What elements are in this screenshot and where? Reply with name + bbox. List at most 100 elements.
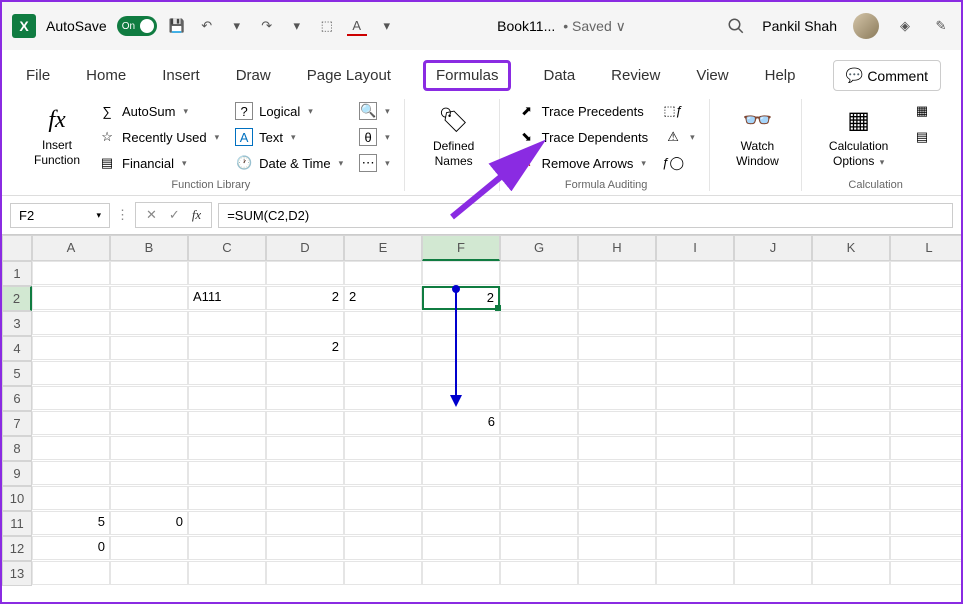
cell[interactable] <box>188 261 266 285</box>
trace-precedents-button[interactable]: ⬈Trace Precedents <box>512 99 654 123</box>
cell[interactable] <box>344 311 422 335</box>
cell[interactable] <box>422 436 500 460</box>
cell[interactable] <box>656 311 734 335</box>
row-header[interactable]: 13 <box>2 561 32 586</box>
cell[interactable]: 0 <box>110 511 188 535</box>
cell[interactable] <box>890 261 961 285</box>
cell[interactable] <box>812 511 890 535</box>
tab-formulas[interactable]: Formulas <box>423 60 512 91</box>
cell[interactable] <box>578 436 656 460</box>
row-header[interactable]: 4 <box>2 336 32 361</box>
cell[interactable] <box>500 286 578 310</box>
cell[interactable] <box>110 311 188 335</box>
cell[interactable] <box>578 486 656 510</box>
cell[interactable] <box>110 261 188 285</box>
cell[interactable] <box>110 561 188 585</box>
cell[interactable] <box>812 361 890 385</box>
cell[interactable] <box>110 386 188 410</box>
tab-help[interactable]: Help <box>761 61 800 90</box>
cell[interactable] <box>188 361 266 385</box>
tab-review[interactable]: Review <box>607 61 664 90</box>
calculate-now-button[interactable]: ▦ <box>907 99 937 123</box>
col-header[interactable]: J <box>734 235 812 261</box>
cell[interactable] <box>578 286 656 310</box>
cell[interactable] <box>734 336 812 360</box>
tab-home[interactable]: Home <box>82 61 130 90</box>
cell[interactable] <box>734 436 812 460</box>
calculation-options-button[interactable]: ▦ Calculation Options ▾ <box>814 99 903 175</box>
cell[interactable] <box>500 461 578 485</box>
col-header[interactable]: K <box>812 235 890 261</box>
enter-icon[interactable]: ✓ <box>165 207 184 223</box>
cell[interactable] <box>734 461 812 485</box>
undo-dropdown-icon[interactable]: ▾ <box>227 16 247 36</box>
cell[interactable] <box>344 486 422 510</box>
cell[interactable] <box>578 536 656 560</box>
cell[interactable]: 0 <box>32 536 110 560</box>
qat-sort-icon[interactable]: ⬚ <box>317 16 337 36</box>
row-header[interactable]: 7 <box>2 411 32 436</box>
cell[interactable] <box>344 411 422 435</box>
show-formulas-button[interactable]: ⬚ƒ <box>658 99 701 123</box>
cell[interactable] <box>188 536 266 560</box>
cell[interactable] <box>188 511 266 535</box>
cell[interactable] <box>188 411 266 435</box>
cell[interactable] <box>812 411 890 435</box>
cell[interactable] <box>656 261 734 285</box>
cell[interactable] <box>266 386 344 410</box>
cell[interactable] <box>344 261 422 285</box>
cell[interactable] <box>32 411 110 435</box>
cell[interactable] <box>110 486 188 510</box>
col-header[interactable]: B <box>110 235 188 261</box>
cell[interactable] <box>344 361 422 385</box>
cell[interactable] <box>890 336 961 360</box>
cell[interactable] <box>344 386 422 410</box>
cell[interactable] <box>344 536 422 560</box>
diamond-icon[interactable]: ◈ <box>895 16 915 36</box>
date-time-button[interactable]: 🕐Date & Time▾ <box>229 151 349 175</box>
evaluate-formula-button[interactable]: ƒ◯ <box>658 151 701 175</box>
cell[interactable] <box>422 461 500 485</box>
col-header[interactable]: C <box>188 235 266 261</box>
col-header[interactable]: A <box>32 235 110 261</box>
cell[interactable] <box>32 286 110 310</box>
cell[interactable] <box>734 486 812 510</box>
cell[interactable] <box>578 411 656 435</box>
cell[interactable] <box>32 336 110 360</box>
cell[interactable] <box>110 336 188 360</box>
cell[interactable] <box>500 411 578 435</box>
tab-insert[interactable]: Insert <box>158 61 204 90</box>
cell[interactable] <box>500 436 578 460</box>
cell[interactable] <box>188 561 266 585</box>
cell[interactable] <box>890 486 961 510</box>
cell[interactable] <box>578 336 656 360</box>
formula-input[interactable]: =SUM(C2,D2) <box>218 203 953 228</box>
cell[interactable] <box>656 336 734 360</box>
cell[interactable] <box>734 386 812 410</box>
cell[interactable] <box>266 261 344 285</box>
cell[interactable] <box>656 461 734 485</box>
cell[interactable] <box>422 311 500 335</box>
cell[interactable] <box>734 361 812 385</box>
row-header[interactable]: 8 <box>2 436 32 461</box>
cell[interactable] <box>188 436 266 460</box>
undo-icon[interactable]: ↶ <box>197 16 217 36</box>
defined-names-button[interactable]: 🏷 Defined Names <box>417 99 491 175</box>
watch-window-button[interactable]: 👓 Watch Window <box>722 99 794 175</box>
math-button[interactable]: θ▾ <box>353 125 396 149</box>
col-header[interactable]: L <box>890 235 961 261</box>
cell[interactable] <box>656 561 734 585</box>
trace-dependents-button[interactable]: ⬊Trace Dependents <box>512 125 654 149</box>
cell[interactable] <box>110 536 188 560</box>
workbook-name[interactable]: Book11... <box>497 18 555 34</box>
cell[interactable] <box>110 286 188 310</box>
excel-app-icon[interactable]: X <box>12 14 36 38</box>
cell[interactable] <box>656 286 734 310</box>
cell[interactable] <box>656 386 734 410</box>
cell[interactable] <box>812 311 890 335</box>
tab-view[interactable]: View <box>692 61 732 90</box>
cell[interactable]: A111 <box>188 286 266 310</box>
cell[interactable] <box>890 561 961 585</box>
cell[interactable] <box>32 461 110 485</box>
cell[interactable] <box>890 436 961 460</box>
